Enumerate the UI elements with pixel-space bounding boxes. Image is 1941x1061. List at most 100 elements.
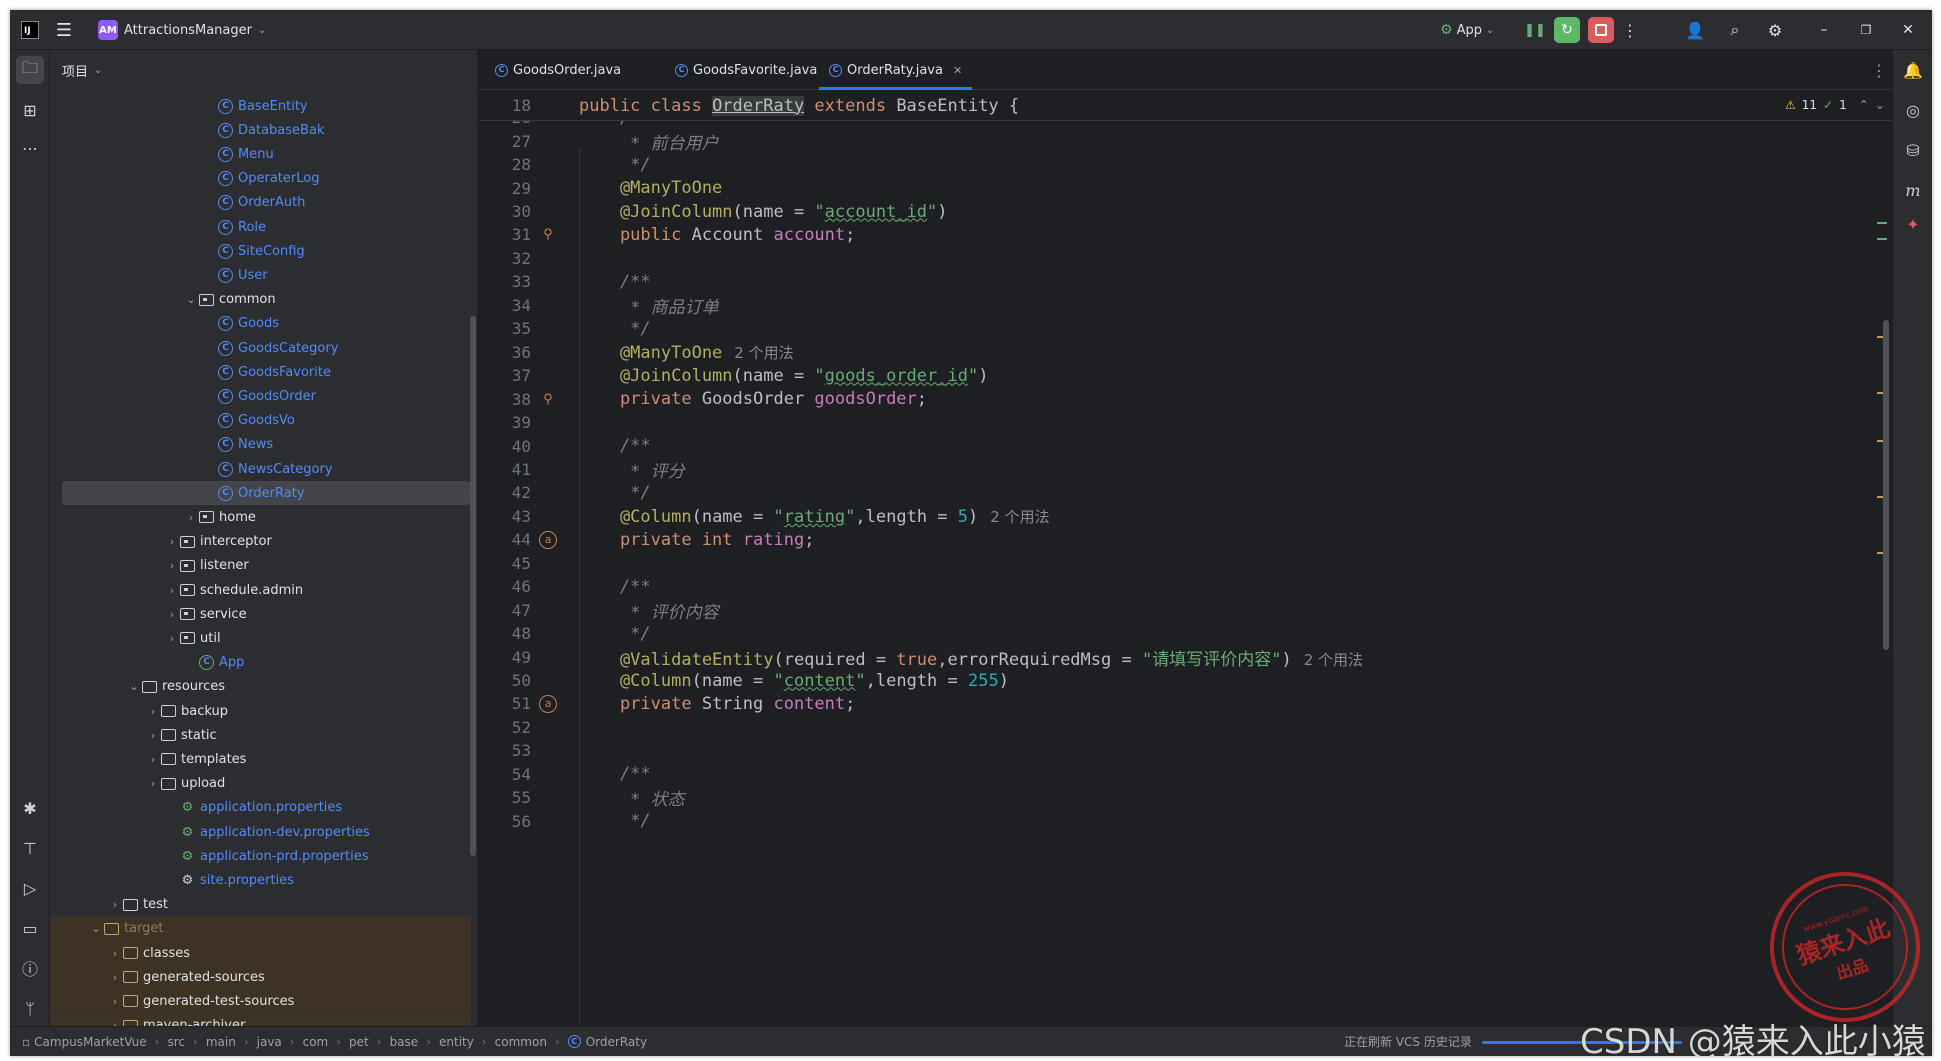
code-line[interactable]: 34 * 商品订单 [479,294,1879,318]
intellij-logo[interactable]: IJ [16,10,44,50]
line-number[interactable]: 54 [479,765,531,784]
tree-item[interactable]: C OperaterLog [50,167,470,191]
tree-item[interactable]: ⚙ application-dev.properties [50,820,470,844]
close-tab-icon[interactable]: ✕ [953,64,962,77]
plugin-icon[interactable]: ✦ [1899,210,1927,238]
tab-more-icon[interactable]: ⋮ [1871,50,1887,90]
pause-icon[interactable]: ❚❚ [1522,10,1548,50]
project-panel-header[interactable]: 项目 ⌄ [50,50,477,90]
code-line[interactable]: 29 @ManyToOne [479,176,1879,199]
tab-orderraty[interactable]: C OrderRaty.java ✕ [819,50,973,90]
code-area[interactable]: 26 /**27 * 前台用户28 */29 @ManyToOne30 @Joi… [479,90,1891,1026]
tree-item[interactable]: C NewsCategory [50,457,470,481]
chevron-down-icon[interactable]: ⌄ [126,680,142,693]
code-line[interactable]: 43 @Column(name = "rating",length = 5) 2 … [479,505,1879,528]
tree-item[interactable]: › util [50,626,470,650]
rerun-button[interactable]: ↻ [1552,10,1582,50]
settings-icon[interactable]: ⚙ [1760,10,1790,50]
tree-item[interactable]: C DatabaseBak [50,118,470,142]
structure-icon[interactable]: ⊞ [16,96,44,124]
code-line[interactable]: 31 ⚲ public Account account; [479,223,1879,246]
line-number[interactable]: 37 [479,366,531,385]
line-number[interactable]: 39 [479,413,531,432]
services-icon[interactable]: ▷ [16,874,44,902]
breadcrumb-item[interactable]: src [167,1035,185,1049]
chevron-right-icon[interactable]: › [145,753,161,766]
tree-item[interactable]: C App [50,651,470,675]
line-number[interactable]: 27 [479,132,531,151]
change-marker[interactable] [1877,222,1887,224]
project-switcher[interactable]: AM AttractionsManager ⌄ [98,10,266,50]
maven-icon[interactable]: m [1899,176,1927,204]
chevron-right-icon[interactable]: › [107,971,123,984]
code-line[interactable]: 35 */ [479,317,1879,340]
line-number[interactable]: 41 [479,460,531,479]
code-line[interactable]: 50 @Column(name = "content",length = 255… [479,669,1879,692]
change-marker[interactable] [1877,238,1887,240]
tree-item[interactable]: › templates [50,747,470,771]
add-user-icon[interactable]: 👤 [1680,10,1710,50]
code-line[interactable]: 53 [479,739,1879,762]
run-config-selector[interactable]: ⚙ App ⌄ [1440,10,1494,50]
tree-item[interactable]: C Goods [50,312,470,336]
tab-goodsorder[interactable]: C GoodsOrder.java [495,50,621,90]
line-number[interactable]: 29 [479,179,531,198]
tree-item[interactable]: ⌄ target [50,916,470,941]
chevron-right-icon[interactable]: › [164,535,180,548]
tree-item[interactable]: › maven-archiver [50,1013,470,1026]
restore-button[interactable]: ❐ [1848,10,1884,50]
chevron-right-icon[interactable]: › [107,947,123,960]
tree-item[interactable]: › test [50,893,470,917]
tab-goodsfavorite[interactable]: C GoodsFavorite.java [675,50,817,90]
breadcrumb-item[interactable]: com [303,1035,329,1049]
minimize-button[interactable]: – [1806,10,1842,50]
code-line[interactable]: 49 @ValidateEntity(required = true,error… [479,645,1879,670]
line-number[interactable]: 48 [479,624,531,643]
more-actions-icon[interactable]: ⋮ [1620,10,1640,50]
line-number[interactable]: 42 [479,483,531,502]
git-icon[interactable]: ᛘ [16,994,44,1022]
line-number[interactable]: 32 [479,249,531,268]
tree-item[interactable]: C GoodsCategory [50,336,470,360]
chevron-right-icon[interactable]: › [145,729,161,742]
tree-item[interactable]: › static [50,723,470,747]
chevron-up-icon[interactable]: ⌃ [1859,98,1869,112]
terminal-icon[interactable]: ▭ [16,914,44,942]
chevron-right-icon[interactable]: › [164,559,180,572]
tree-item[interactable]: ⚙ application-prd.properties [50,844,470,868]
code-line[interactable]: 27 * 前台用户 [479,129,1879,154]
breadcrumb-item[interactable]: pet [349,1035,369,1049]
usage-hint[interactable]: 2 个用法 [1304,651,1363,669]
tree-item[interactable]: › generated-test-sources [50,989,470,1014]
usage-hint[interactable]: 2 个用法 [734,344,793,362]
build-icon[interactable]: ⊤ [16,834,44,862]
code-line[interactable]: 55 * 状态 [479,786,1879,810]
editor-scrollbar[interactable] [1883,320,1889,650]
chevron-right-icon[interactable]: › [164,608,180,621]
line-number[interactable]: 46 [479,577,531,596]
usage-hint[interactable]: 2 个用法 [990,508,1049,526]
line-number[interactable]: 47 [479,601,531,620]
chevron-right-icon[interactable]: › [107,995,123,1008]
breadcrumb-item[interactable]: java [257,1035,282,1049]
column-mapping-icon[interactable]: a [539,694,557,713]
line-number[interactable]: 49 [479,648,531,667]
chevron-right-icon[interactable]: › [183,511,199,524]
code-line[interactable]: 46 /** [479,575,1879,598]
stop-button[interactable] [1586,10,1616,50]
line-number[interactable]: 51 [479,694,531,713]
tree-item[interactable]: › backup [50,699,470,723]
code-line[interactable]: 40 /** [479,434,1879,457]
code-line[interactable]: 37 @JoinColumn(name = "goods_order_id") [479,364,1879,387]
line-number[interactable]: 56 [479,812,531,831]
code-line[interactable]: 56 */ [479,810,1879,833]
tree-item[interactable]: › classes [50,941,470,965]
line-number[interactable]: 33 [479,272,531,291]
chevron-right-icon[interactable]: › [164,632,180,645]
line-number[interactable]: 55 [479,788,531,807]
tree-item[interactable]: › generated-sources [50,965,470,990]
bug-icon[interactable]: ✱ [16,794,44,822]
more-icon[interactable]: ⋯ [16,134,44,162]
database-icon[interactable]: ⛁ [1899,136,1927,164]
code-line[interactable]: 28 */ [479,153,1879,176]
